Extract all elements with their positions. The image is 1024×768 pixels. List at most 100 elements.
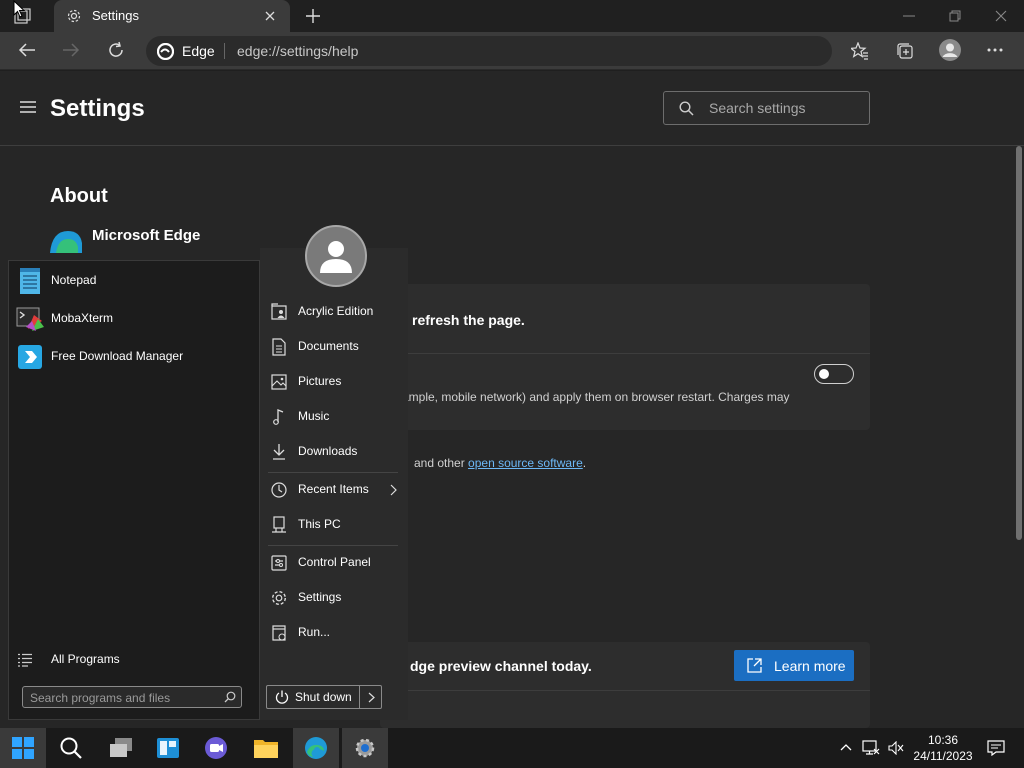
page-scrollbar[interactable] <box>1016 146 1022 540</box>
clock-date[interactable]: 24/11/2023 <box>909 749 977 763</box>
close-window-icon[interactable] <box>995 10 1007 22</box>
start-search-placeholder: Search programs and files <box>30 691 171 705</box>
settings-header: Settings Search settings <box>0 71 1024 146</box>
all-programs-label: All Programs <box>51 652 120 666</box>
program-notepad[interactable]: Notepad <box>9 262 259 300</box>
mouse-cursor-icon <box>13 0 25 18</box>
settings-card <box>380 284 870 430</box>
edge-logo-icon <box>157 43 174 60</box>
taskbar: 10:36 24/11/2023 <box>0 728 1024 768</box>
card-divider <box>380 690 870 691</box>
place-label: This PC <box>298 517 341 531</box>
settings-taskbar-button[interactable] <box>342 728 388 768</box>
task-view-button[interactable] <box>97 728 143 768</box>
user-avatar[interactable] <box>305 225 367 287</box>
back-icon[interactable] <box>18 42 36 58</box>
place-label: Music <box>298 409 330 423</box>
control-panel-icon <box>270 554 288 572</box>
file-explorer-button[interactable] <box>243 728 289 768</box>
chevron-right-icon <box>390 484 397 496</box>
oss-suffix: . <box>582 456 587 470</box>
place-documents[interactable]: Documents <box>268 332 400 362</box>
run-icon <box>270 624 288 642</box>
taskbar-search-button[interactable] <box>48 728 94 768</box>
product-name: Microsoft Edge <box>92 227 201 244</box>
gear-icon <box>66 8 82 24</box>
place-run[interactable]: Run... <box>268 618 400 648</box>
notepad-icon <box>16 267 44 295</box>
refresh-text: refresh the page. <box>412 312 525 328</box>
close-tab-icon[interactable] <box>264 10 276 22</box>
learn-more-button[interactable]: Learn more <box>734 650 854 681</box>
teams-button[interactable] <box>193 728 239 768</box>
fdm-icon <box>16 343 44 371</box>
program-mobaxterm[interactable]: MobaXterm <box>9 300 259 338</box>
collections-icon[interactable] <box>896 42 914 60</box>
search-icon <box>60 737 82 759</box>
place-label: Pictures <box>298 374 342 388</box>
places-separator <box>268 545 398 546</box>
minimize-icon[interactable] <box>903 15 915 17</box>
place-label: Acrylic Edition <box>298 304 374 318</box>
tab-settings[interactable]: Settings <box>54 0 290 32</box>
oss-line: and other open source software. <box>414 456 586 470</box>
oss-prefix: and other <box>414 456 469 470</box>
edge-taskbar-button[interactable] <box>293 728 339 768</box>
edge-product-logo-icon <box>50 229 82 253</box>
place-acrylic-edition[interactable]: Acrylic Edition <box>268 297 400 327</box>
places-separator <box>268 472 398 473</box>
metered-connection-toggle[interactable] <box>814 364 854 384</box>
place-downloads[interactable]: Downloads <box>268 437 400 467</box>
forward-icon <box>62 42 80 58</box>
user-folder-icon <box>270 303 288 321</box>
address-brand: Edge <box>182 43 215 59</box>
place-label: Downloads <box>298 444 358 458</box>
chevron-right-icon[interactable] <box>368 692 375 703</box>
chevron-up-icon[interactable] <box>840 743 852 751</box>
mobaxterm-icon <box>16 305 44 333</box>
place-label: Settings <box>298 590 342 604</box>
preview-text: dge preview channel today. <box>410 658 592 674</box>
clock-time[interactable]: 10:36 <box>913 733 973 747</box>
place-this-pc[interactable]: This PC <box>268 510 400 540</box>
address-separator <box>224 43 225 59</box>
profile-avatar-icon[interactable] <box>939 39 961 61</box>
widgets-button[interactable] <box>145 728 191 768</box>
open-source-link[interactable]: open source software <box>468 456 583 470</box>
place-recent-items[interactable]: Recent Items <box>268 475 400 505</box>
notification-icon[interactable] <box>987 740 1005 756</box>
place-label: Control Panel <box>298 555 371 569</box>
list-icon <box>18 653 32 667</box>
program-label: Notepad <box>51 273 97 287</box>
search-icon <box>679 101 694 116</box>
music-icon <box>270 408 288 426</box>
new-tab-icon[interactable] <box>304 7 322 25</box>
address-bar[interactable]: Edge edge://settings/help <box>146 36 832 66</box>
start-button[interactable] <box>0 728 46 768</box>
widgets-icon <box>156 737 180 759</box>
all-programs-button[interactable]: All Programs <box>9 646 259 674</box>
network-icon[interactable] <box>862 740 880 756</box>
computer-icon <box>270 516 288 534</box>
search-settings-input[interactable]: Search settings <box>663 91 870 125</box>
start-search-input[interactable]: Search programs and files <box>22 686 242 708</box>
place-pictures[interactable]: Pictures <box>268 367 400 397</box>
place-control-panel[interactable]: Control Panel <box>268 548 400 578</box>
download-icon <box>270 443 288 461</box>
external-link-icon <box>747 658 762 673</box>
volume-muted-icon[interactable] <box>888 741 904 755</box>
more-menu-icon[interactable] <box>987 48 1003 52</box>
page-title: Settings <box>50 95 145 122</box>
place-label: Documents <box>298 339 359 353</box>
place-settings[interactable]: Settings <box>268 583 400 613</box>
gear-icon <box>270 589 288 607</box>
refresh-icon[interactable] <box>107 41 125 59</box>
hamburger-menu-icon[interactable] <box>20 101 36 113</box>
program-free-download-manager[interactable]: Free Download Manager <box>9 338 259 376</box>
shutdown-button[interactable]: Shut down <box>266 685 382 709</box>
favorites-icon[interactable] <box>851 42 869 60</box>
program-label: MobaXterm <box>51 311 114 325</box>
place-music[interactable]: Music <box>268 402 400 432</box>
address-url[interactable]: edge://settings/help <box>237 43 358 59</box>
restore-icon[interactable] <box>949 10 961 22</box>
